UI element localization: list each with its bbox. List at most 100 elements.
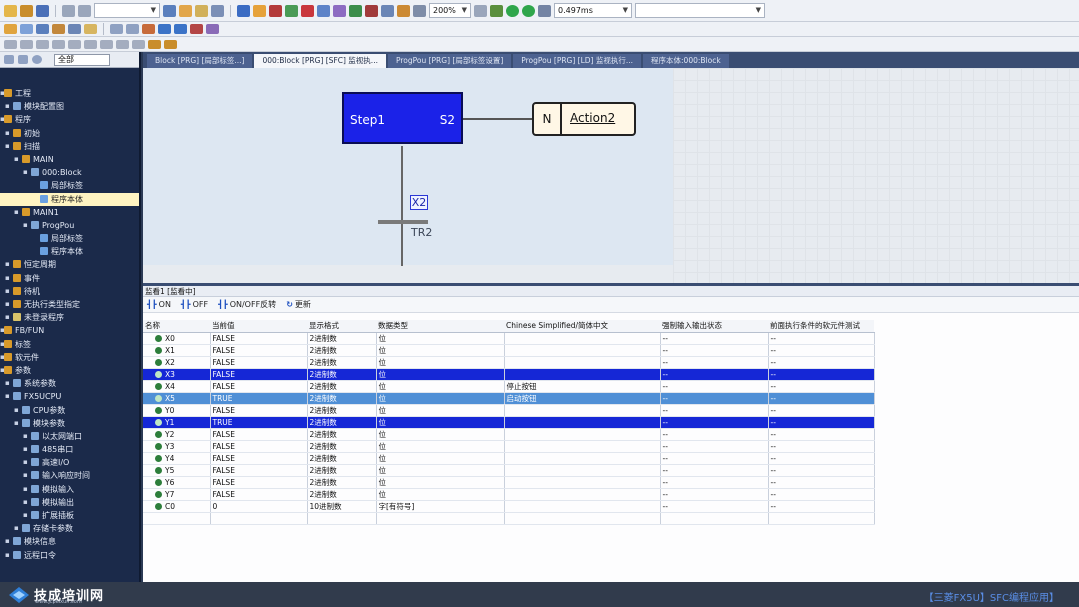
comment-toggle-icon[interactable] <box>142 24 155 34</box>
st-icon[interactable] <box>269 4 282 17</box>
tree-expander-icon[interactable]: ▪ <box>14 404 19 417</box>
tree-expander-icon[interactable]: ▪ <box>23 469 28 482</box>
table-cell[interactable]: FALSE <box>210 464 308 477</box>
online-change-icon[interactable] <box>190 24 203 34</box>
tree-item[interactable]: ▪ 000:Block <box>0 166 139 179</box>
tree-item[interactable]: ▪ 未登录程序 <box>0 311 139 324</box>
tree-item[interactable]: ▪ 模拟输出 <box>0 496 139 509</box>
tree-expander-icon[interactable]: ▪ <box>23 166 28 179</box>
tree-expander-icon[interactable]: ▪ <box>5 285 10 298</box>
tree-expander-icon[interactable]: ▪ <box>0 87 5 100</box>
fbd-icon[interactable] <box>285 4 298 17</box>
tree-expander-icon[interactable]: ▪ <box>5 140 10 153</box>
tree-expander-icon[interactable]: ▪ <box>5 100 10 113</box>
document-tab[interactable]: ProgPou [PRG] [局部标签设置] <box>387 54 512 68</box>
sfc-transition[interactable] <box>378 220 428 224</box>
sfc-end-icon[interactable] <box>68 24 81 34</box>
convert-icon[interactable] <box>158 24 171 34</box>
hline-icon[interactable] <box>68 39 81 49</box>
tree-expander-icon[interactable]: ▪ <box>0 324 5 337</box>
tree-item[interactable]: ▪ 存储卡参数 <box>0 522 139 535</box>
tree-item[interactable]: ▪ 无执行类型指定 <box>0 298 139 311</box>
tree-expander-icon[interactable]: ▪ <box>5 377 10 390</box>
table-row[interactable]: Y0 FALSE 2进制数 位 -- -- <box>143 404 875 417</box>
tree-expander-icon[interactable]: ▪ <box>0 351 5 364</box>
table-row[interactable]: Y4 FALSE 2进制数 位 -- -- <box>143 452 875 465</box>
table-row[interactable]: Y7 FALSE 2进制数 位 -- -- <box>143 488 875 501</box>
tree-item[interactable]: ▪ 模块信息 <box>0 535 139 548</box>
table-row[interactable]: X4 FALSE 2进制数 位 停止按钮 -- -- <box>143 380 875 393</box>
cut-icon[interactable] <box>163 4 176 17</box>
table-cell[interactable]: TRUE <box>210 392 308 405</box>
table-cell[interactable]: FALSE <box>210 428 308 441</box>
document-tab[interactable]: ProgPou [PRG] [LD] 监视执行... <box>513 54 642 68</box>
tree-item[interactable]: ▪ 标签 <box>0 338 139 351</box>
nav-filter-input[interactable]: 全部 <box>54 53 110 66</box>
instruction-icon[interactable] <box>52 39 65 49</box>
tree-expander-icon[interactable]: ▪ <box>14 417 19 430</box>
contact-nc-icon[interactable] <box>20 39 33 49</box>
grid-icon[interactable] <box>474 4 487 17</box>
sfc-step-icon[interactable] <box>4 24 17 34</box>
table-cell[interactable]: FALSE <box>210 404 308 417</box>
tree-item[interactable]: ▪ 模块配置图 <box>0 100 139 113</box>
undo-icon[interactable] <box>62 4 75 17</box>
table-cell[interactable]: 0 <box>210 500 308 513</box>
save-icon[interactable] <box>36 4 49 17</box>
document-tab[interactable]: 程序本体:000:Block <box>643 54 729 68</box>
read-plc-icon[interactable] <box>317 4 330 17</box>
tree-item[interactable]: ▪ MAIN1 <box>0 206 139 219</box>
refresh-button[interactable]: ↻ 更新 <box>286 299 311 310</box>
tree-item[interactable]: ▪ 恒定周期 <box>0 258 139 271</box>
coil-icon[interactable] <box>36 39 49 49</box>
tree-item[interactable]: ▪ ProgPou <box>0 219 139 232</box>
tree-expander-icon[interactable]: ▪ <box>23 443 28 456</box>
column-header[interactable]: 强制输入输出状态 <box>660 320 768 333</box>
convert-all-icon[interactable] <box>174 24 187 34</box>
table-row-empty[interactable] <box>143 512 875 525</box>
tree-item[interactable]: ▪ 以太网端口 <box>0 430 139 443</box>
tree-expander-icon[interactable]: ▪ <box>5 311 10 324</box>
new-file-icon[interactable] <box>4 4 17 17</box>
sfc-jump-icon[interactable] <box>52 24 65 34</box>
tree-item[interactable]: 程序本体 <box>0 192 139 206</box>
table-row[interactable]: Y6 FALSE 2进制数 位 -- -- <box>143 476 875 489</box>
tree-expander-icon[interactable]: ▪ <box>14 522 19 535</box>
open-folder-icon[interactable] <box>20 4 33 17</box>
tree-expander-icon[interactable]: ▪ <box>5 258 10 271</box>
monitor-start-icon[interactable] <box>349 4 362 17</box>
tree-expander-icon[interactable]: ▪ <box>5 272 10 285</box>
comment-icon[interactable] <box>490 4 503 17</box>
tree-item[interactable]: 程序本体 <box>0 245 139 258</box>
tree-item[interactable]: ▪ 参数 <box>0 364 139 377</box>
tree-item[interactable]: 局部标签 <box>0 179 139 192</box>
action-block[interactable]: N Action2 <box>532 102 636 136</box>
collapse-icon[interactable] <box>4 55 14 64</box>
device-icon[interactable] <box>110 24 123 34</box>
tree-expander-icon[interactable]: ▪ <box>23 483 28 496</box>
tree-item[interactable]: ▪ 软元件 <box>0 351 139 364</box>
table-row[interactable]: X5 TRUE 2进制数 位 启动按钮 -- -- <box>143 392 875 405</box>
vline-icon[interactable] <box>84 39 97 49</box>
rising-edge-icon[interactable] <box>100 39 113 49</box>
action-name-link[interactable]: Action2 <box>570 111 615 125</box>
column-header[interactable]: 名称 <box>143 320 210 333</box>
tree-item[interactable]: ▪ 模拟输入 <box>0 483 139 496</box>
simulate-icon[interactable] <box>381 4 394 17</box>
column-header[interactable]: 当前值 <box>210 320 307 333</box>
contact-no-icon[interactable] <box>4 39 17 49</box>
sfc-icon[interactable] <box>253 4 266 17</box>
zoom-icon[interactable] <box>413 4 426 17</box>
tree-expander-icon[interactable]: ▪ <box>0 364 5 377</box>
table-row[interactable]: X2 FALSE 2进制数 位 -- -- <box>143 356 875 369</box>
falling-edge-icon[interactable] <box>116 39 129 49</box>
tree-expander-icon[interactable]: ▪ <box>14 206 19 219</box>
force-on-button[interactable]: ┫┣ ON <box>147 300 171 309</box>
tree-item[interactable]: ▪ 高速I/O <box>0 456 139 469</box>
column-header[interactable]: 显示格式 <box>307 320 376 333</box>
document-tab[interactable]: 000:Block [PRG] [SFC] 监视执... <box>254 54 386 68</box>
table-cell[interactable]: FALSE <box>210 476 308 489</box>
sfc-editor[interactable]: Step1 S2 N Action2 X2 TR2 <box>143 68 1079 283</box>
table-cell[interactable]: TRUE <box>210 416 308 429</box>
table-row[interactable]: Y2 FALSE 2进制数 位 -- -- <box>143 428 875 441</box>
